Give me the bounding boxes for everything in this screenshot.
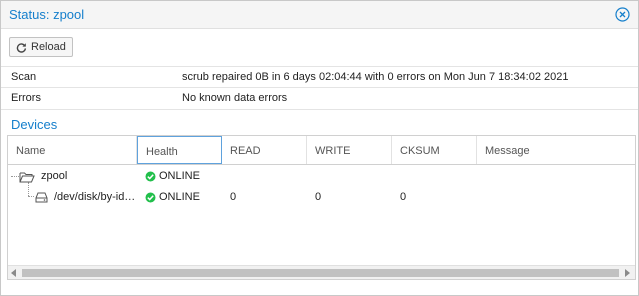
device-write: 0 xyxy=(315,191,322,203)
table-row[interactable]: /dev/disk/by-id… ONLINE 0 0 0 xyxy=(8,187,635,208)
column-header-health[interactable]: Health xyxy=(137,136,222,164)
column-header-cksum[interactable]: CKSUM xyxy=(392,136,477,164)
scan-row: Scan scrub repaired 0B in 6 days 02:04:4… xyxy=(1,66,638,87)
errors-row: Errors No known data errors xyxy=(1,87,638,108)
errors-value: No known data errors xyxy=(182,92,288,104)
folder-open-icon xyxy=(19,172,35,183)
reload-label: Reload xyxy=(31,41,66,53)
horizontal-scrollbar[interactable] xyxy=(8,265,635,279)
errors-label: Errors xyxy=(11,92,41,104)
scroll-right-icon[interactable] xyxy=(625,269,630,277)
grid-header: Name Health READ WRITE CKSUM Message xyxy=(8,136,635,165)
scan-value: scrub repaired 0B in 6 days 02:04:44 wit… xyxy=(182,71,569,83)
column-header-name[interactable]: Name xyxy=(8,136,137,164)
toolbar: Reload xyxy=(1,29,638,63)
column-header-read[interactable]: READ xyxy=(222,136,307,164)
device-health: ONLINE xyxy=(159,170,200,182)
scan-label: Scan xyxy=(11,71,37,83)
device-cksum: 0 xyxy=(400,191,407,203)
column-header-write[interactable]: WRITE xyxy=(307,136,392,164)
devices-section-header: Devices xyxy=(1,109,638,136)
scroll-left-icon[interactable] xyxy=(11,269,16,277)
reload-button[interactable]: Reload xyxy=(9,37,73,57)
table-row[interactable]: zpool ONLINE xyxy=(8,166,635,187)
scrollbar-thumb[interactable] xyxy=(22,269,619,277)
check-circle-icon xyxy=(145,192,156,203)
device-read: 0 xyxy=(230,191,237,203)
device-health: ONLINE xyxy=(159,191,200,203)
refresh-icon xyxy=(16,43,27,53)
disk-drive-icon xyxy=(35,192,48,203)
column-header-message[interactable]: Message xyxy=(477,136,635,164)
devices-title: Devices xyxy=(11,117,58,132)
zpool-status-window: Status: zpool Reload Scan scrub repaired… xyxy=(0,0,639,296)
window-titlebar: Status: zpool xyxy=(1,1,638,29)
window-title: Status: zpool xyxy=(9,7,85,22)
close-icon[interactable] xyxy=(615,7,630,22)
check-circle-icon xyxy=(145,171,156,182)
device-name: zpool xyxy=(41,170,68,182)
devices-tree-grid: Name Health READ WRITE CKSUM Message zpo… xyxy=(7,135,636,280)
device-name: /dev/disk/by-id… xyxy=(54,191,134,203)
